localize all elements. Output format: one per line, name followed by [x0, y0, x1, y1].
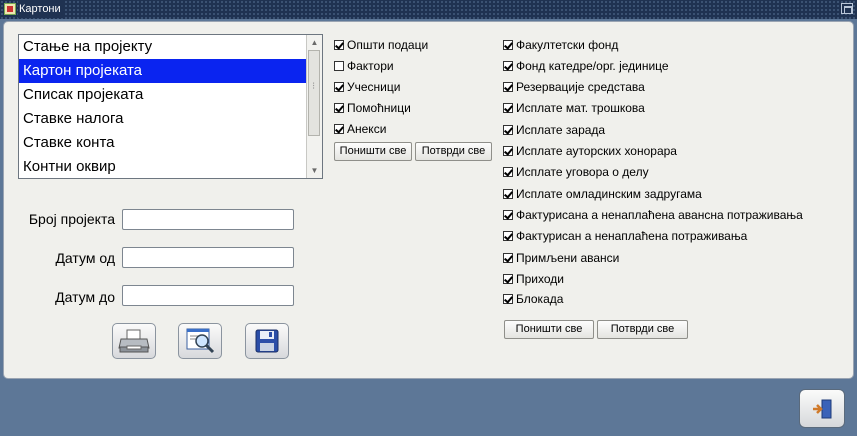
date-from-field[interactable] [122, 247, 294, 268]
right-select-all-button[interactable]: Потврди све [597, 320, 688, 339]
floppy-disk-icon [255, 329, 279, 353]
option-received-advances[interactable]: Примљени аванси [503, 250, 619, 266]
date-to-label: Датум до [55, 289, 115, 305]
report-listbox[interactable]: Стање на пројекту Картон пројеката Списа… [18, 34, 323, 179]
exit-button[interactable] [799, 389, 845, 428]
project-number-label: Број пројекта [28, 211, 115, 227]
option-revenues[interactable]: Приходи [503, 271, 564, 287]
checkbox[interactable] [503, 189, 513, 199]
print-button[interactable] [112, 323, 156, 359]
date-from-label: Датум од [55, 250, 115, 266]
checkbox[interactable] [503, 167, 513, 177]
maximize-button[interactable] [841, 3, 853, 14]
checkbox[interactable] [503, 61, 513, 71]
checkbox[interactable] [503, 253, 513, 263]
option-participants[interactable]: Учесници [334, 79, 400, 95]
exit-door-icon [813, 399, 832, 418]
option-blockade[interactable]: Блокада [503, 291, 563, 307]
checkbox[interactable] [503, 40, 513, 50]
option-service-contracts[interactable]: Исплате уговора о делу [503, 164, 649, 180]
checkbox[interactable] [503, 103, 513, 113]
option-material-costs[interactable]: Исплате мат. трошкова [503, 100, 645, 116]
checkbox[interactable] [334, 103, 344, 113]
checkbox[interactable] [334, 124, 344, 134]
list-item[interactable]: Ставке конта [19, 131, 307, 155]
option-annexes[interactable]: Анекси [334, 121, 386, 137]
save-button[interactable] [245, 323, 289, 359]
report-list: Стање на пројекту Картон пројеката Списа… [19, 35, 307, 179]
list-item[interactable]: Контни оквир [19, 155, 307, 179]
print-preview-icon [186, 328, 215, 354]
project-number-field[interactable] [122, 209, 294, 230]
left-select-all-button[interactable]: Потврди све [415, 142, 492, 161]
option-invoiced-advance-receivables[interactable]: Фактурисана а ненаплаћена авансна потраж… [503, 207, 803, 223]
checkbox[interactable] [503, 146, 513, 156]
option-general-data[interactable]: Општи подаци [334, 37, 428, 53]
list-scrollbar[interactable]: ▲ ▼ [306, 35, 322, 178]
checkbox[interactable] [503, 125, 513, 135]
scroll-up-icon[interactable]: ▲ [307, 36, 322, 49]
date-to-field[interactable] [122, 285, 294, 306]
left-clear-all-button[interactable]: Поништи све [334, 142, 412, 161]
list-item[interactable]: Картон пројеката [19, 59, 307, 83]
list-item[interactable]: Списак пројеката [19, 83, 307, 107]
checkbox[interactable] [503, 274, 513, 284]
checkbox[interactable] [503, 231, 513, 241]
app-icon [4, 3, 16, 15]
checkbox[interactable] [334, 82, 344, 92]
print-preview-button[interactable] [178, 323, 222, 359]
list-item[interactable]: Стање на пројекту [19, 35, 307, 59]
checkbox[interactable] [503, 82, 513, 92]
checkbox[interactable] [503, 210, 513, 220]
checkbox[interactable] [334, 40, 344, 50]
scroll-down-icon[interactable]: ▼ [307, 164, 322, 177]
checkbox[interactable] [503, 294, 513, 304]
option-invoiced-receivables[interactable]: Фактурисан а ненаплаћена потраживања [503, 228, 747, 244]
option-author-fees[interactable]: Исплате ауторских хонорара [503, 143, 677, 159]
right-clear-all-button[interactable]: Поништи све [504, 320, 594, 339]
option-assistants[interactable]: Помоћници [334, 100, 411, 116]
option-salary-payments[interactable]: Исплате зарада [503, 122, 605, 138]
option-fund-reservations[interactable]: Резервације средстава [503, 79, 645, 95]
option-department-fund[interactable]: Фонд катедре/орг. јединице [503, 58, 669, 74]
option-factors[interactable]: Фактори [334, 58, 394, 74]
option-youth-cooperatives[interactable]: Исплате омладинским задругама [503, 186, 702, 202]
scroll-thumb[interactable] [308, 50, 320, 136]
window-titlebar: Картони [0, 0, 857, 19]
list-item[interactable]: Ставке налога [19, 107, 307, 131]
printer-icon [118, 329, 150, 353]
window-title: Картони [18, 1, 64, 18]
checkbox[interactable] [334, 61, 344, 71]
option-faculty-fund[interactable]: Факултетски фонд [503, 37, 618, 53]
